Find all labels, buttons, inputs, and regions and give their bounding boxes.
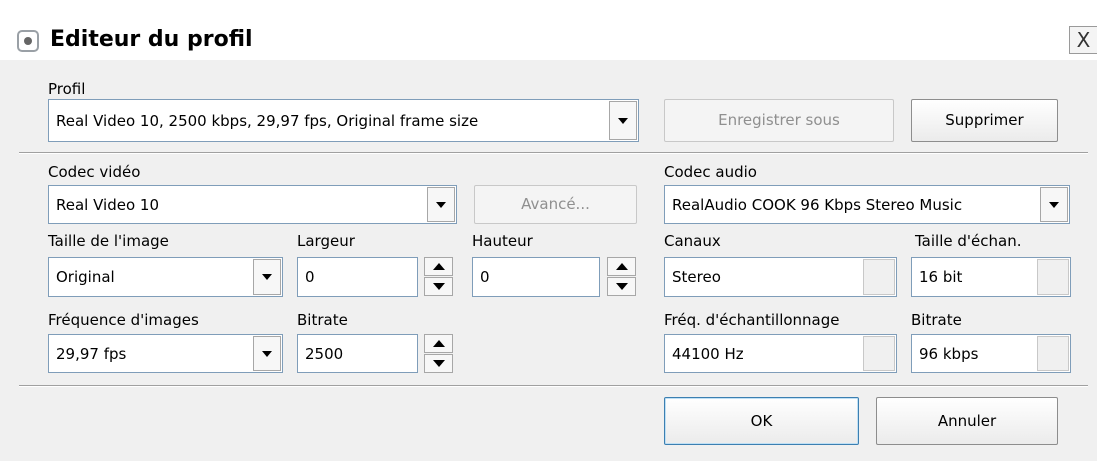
- audio-bitrate-label: Bitrate: [911, 311, 962, 329]
- channels-select[interactable]: Stereo: [664, 257, 897, 297]
- audio-codec-select[interactable]: RealAudio COOK 96 Kbps Stereo Music: [664, 185, 1070, 224]
- audio-bitrate-dropdown-button[interactable]: [1037, 336, 1069, 371]
- window-bullet-icon: [17, 30, 39, 52]
- audio-bitrate-select[interactable]: 96 kbps: [911, 334, 1071, 373]
- spin-up-icon[interactable]: [424, 257, 453, 276]
- width-input[interactable]: 0: [297, 257, 418, 297]
- video-bitrate-input[interactable]: 2500: [297, 334, 418, 373]
- spin-down-icon[interactable]: [424, 354, 453, 373]
- cancel-button[interactable]: Annuler: [876, 397, 1058, 445]
- delete-button[interactable]: Supprimer: [911, 99, 1058, 142]
- advanced-button[interactable]: Avancé...: [474, 185, 637, 224]
- sample-rate-label: Fréq. d'échantillonnage: [664, 311, 840, 329]
- sample-size-label: Taille d'échan.: [915, 232, 1022, 250]
- fps-label: Fréquence d'images: [48, 311, 199, 329]
- video-bitrate-stepper[interactable]: [424, 334, 453, 373]
- separator: [19, 152, 1088, 154]
- height-value: 0: [480, 268, 490, 286]
- width-label: Largeur: [297, 232, 355, 250]
- audio-bitrate-value: 96 kbps: [919, 344, 979, 363]
- separator: [19, 385, 1088, 387]
- audio-codec-label: Codec audio: [664, 163, 757, 181]
- spin-down-icon[interactable]: [424, 277, 453, 296]
- sample-size-dropdown-button[interactable]: [1037, 259, 1069, 295]
- width-stepper[interactable]: [424, 257, 453, 296]
- image-size-label: Taille de l'image: [48, 232, 169, 250]
- height-input[interactable]: 0: [472, 257, 600, 297]
- fps-select[interactable]: 29,97 fps: [48, 334, 283, 373]
- profile-select[interactable]: Real Video 10, 2500 kbps, 29,97 fps, Ori…: [48, 99, 639, 142]
- video-codec-select[interactable]: Real Video 10: [48, 185, 457, 224]
- sample-size-value: 16 bit: [919, 268, 963, 286]
- fps-value: 29,97 fps: [56, 344, 127, 363]
- height-stepper[interactable]: [607, 257, 636, 296]
- channels-value: Stereo: [672, 268, 721, 286]
- chevron-down-icon[interactable]: [1040, 187, 1068, 222]
- title-bar: Editeur du profil X: [0, 0, 1097, 60]
- sample-rate-select[interactable]: 44100 Hz: [664, 334, 897, 373]
- close-button[interactable]: X: [1069, 26, 1097, 54]
- profile-value: Real Video 10, 2500 kbps, 29,97 fps, Ori…: [56, 111, 479, 130]
- video-codec-value: Real Video 10: [56, 195, 159, 214]
- video-bitrate-label: Bitrate: [297, 311, 348, 329]
- sample-rate-dropdown-button[interactable]: [863, 336, 895, 371]
- chevron-down-icon[interactable]: [427, 187, 455, 222]
- image-size-select[interactable]: Original: [48, 257, 283, 297]
- height-label: Hauteur: [472, 232, 533, 250]
- chevron-down-icon[interactable]: [253, 336, 281, 371]
- chevron-down-icon[interactable]: [253, 259, 281, 295]
- dialog-title: Editeur du profil: [50, 27, 253, 52]
- sample-size-select[interactable]: 16 bit: [911, 257, 1071, 297]
- sample-rate-value: 44100 Hz: [672, 344, 744, 363]
- video-bitrate-value: 2500: [305, 344, 344, 363]
- video-codec-label: Codec vidéo: [48, 163, 141, 181]
- channels-label: Canaux: [664, 232, 721, 250]
- profile-label: Profil: [48, 80, 86, 98]
- spin-up-icon[interactable]: [607, 257, 636, 276]
- ok-button[interactable]: OK: [664, 397, 859, 445]
- width-value: 0: [305, 268, 315, 286]
- spin-up-icon[interactable]: [424, 334, 453, 353]
- save-as-button[interactable]: Enregistrer sous: [664, 99, 894, 142]
- audio-codec-value: RealAudio COOK 96 Kbps Stereo Music: [672, 195, 963, 214]
- channels-dropdown-button[interactable]: [863, 259, 895, 295]
- spin-down-icon[interactable]: [607, 277, 636, 296]
- image-size-value: Original: [56, 268, 115, 286]
- profile-editor-dialog: Editeur du profil X Profil Real Video 10…: [0, 0, 1097, 461]
- chevron-down-icon[interactable]: [609, 101, 637, 140]
